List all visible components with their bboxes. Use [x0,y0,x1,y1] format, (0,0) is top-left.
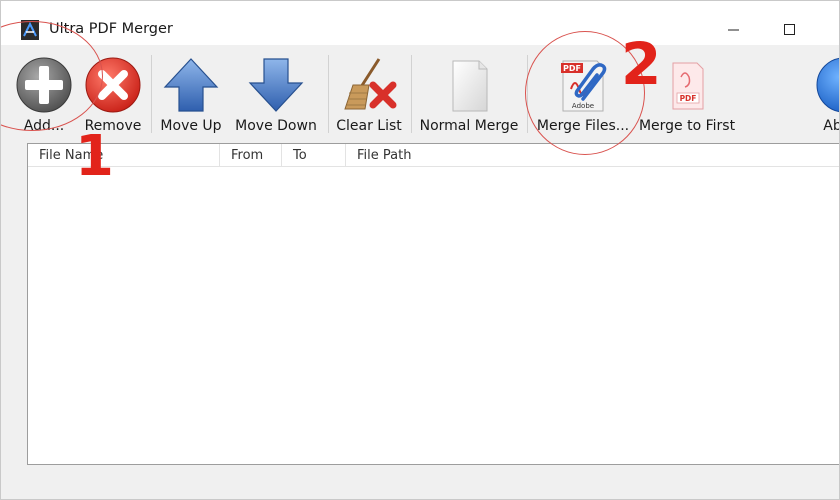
app-window: Ultra PDF Merger Add... Remove Move Up M… [0,0,840,500]
normal-merge-label: Normal Merge [419,118,519,134]
minimize-button[interactable] [711,15,757,45]
move-down-label: Move Down [235,118,317,134]
move-up-label: Move Up [160,118,222,134]
toolbar: Add... Remove Move Up Move Down Clear Li… [1,45,839,143]
blank-page-icon [452,60,488,112]
maximize-icon [784,24,795,35]
broom-icon [344,58,397,110]
column-file-name[interactable]: File Name [28,144,220,166]
annotation-step-1: 1 [75,124,114,189]
toolbar-separator [328,55,329,133]
merge-to-first-label: Merge to First [638,118,736,134]
about-label: About [823,118,840,134]
about-button[interactable]: About [809,49,840,137]
maximize-button[interactable] [767,15,813,45]
toolbar-separator [411,55,412,133]
arrow-up-icon [163,58,219,112]
title-bar: Ultra PDF Merger [1,1,839,45]
column-to[interactable]: To [282,144,346,166]
info-icon [816,57,839,113]
minimize-icon [728,29,739,31]
toolbar-separator [151,55,152,133]
clear-list-label: Clear List [336,118,402,134]
clear-list-button[interactable]: Clear List [333,49,405,137]
normal-merge-button[interactable]: Normal Merge [415,49,523,137]
file-list[interactable]: File Name From To File Path [27,143,839,465]
pdf-document-icon: PDF [672,62,704,110]
annotation-step-2: 2 [621,30,662,98]
pdf-tag: PDF [680,94,697,103]
file-list-header: File Name From To File Path [28,144,839,167]
column-from[interactable]: From [220,144,282,166]
move-down-button[interactable]: Move Down [231,49,321,137]
arrow-down-icon [248,58,304,112]
move-up-button[interactable]: Move Up [156,49,226,137]
